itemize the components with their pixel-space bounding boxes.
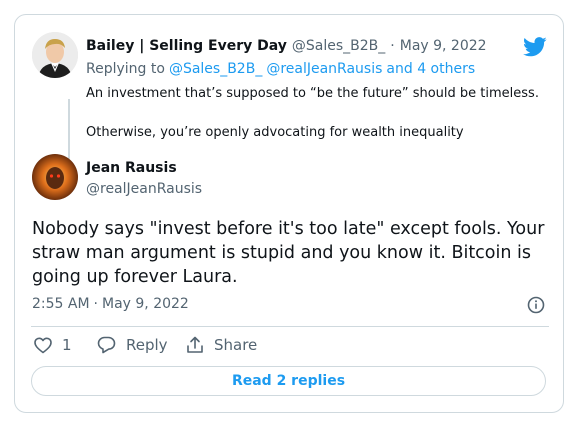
like-button[interactable]: 1 (34, 336, 72, 354)
replying-handle-jean[interactable]: @realJeanRausis (266, 61, 382, 77)
main-timestamp[interactable]: 2:55 AM · May 9, 2022 (32, 296, 189, 312)
reply-author-handle[interactable]: @Sales_B2B_ (292, 38, 385, 54)
reply-header-separator: · (390, 38, 395, 54)
main-tweet-text: Nobody says "invest before it's too late… (32, 219, 545, 287)
avatar-jean-image (32, 154, 78, 200)
reply-text-line-2: Otherwise, you’re openly advocating for … (86, 125, 464, 140)
avatar-bailey[interactable] (32, 32, 78, 78)
main-date[interactable]: May 9, 2022 (102, 296, 189, 312)
replying-others-link[interactable]: and 4 others (386, 61, 475, 77)
twitter-bird-icon[interactable] (523, 37, 547, 61)
reply-date[interactable]: May 9, 2022 (400, 38, 487, 54)
reply-tweet-header: Bailey | Selling Every Day @Sales_B2B_ ·… (86, 38, 487, 54)
share-icon (187, 336, 203, 353)
reply-text-line-1: An investment that’s supposed to “be the… (86, 86, 539, 101)
replying-handle-sales[interactable]: @Sales_B2B_ (169, 61, 262, 77)
heart-icon (34, 337, 52, 353)
divider (31, 326, 549, 327)
replying-to-line: Replying to @Sales_B2B_ @realJeanRausis … (86, 61, 475, 77)
like-count: 1 (62, 336, 72, 354)
replying-to-prefix: Replying to (86, 61, 165, 77)
main-time[interactable]: 2:55 AM (32, 296, 90, 312)
share-label: Share (214, 336, 258, 354)
share-button[interactable]: Share (186, 336, 257, 354)
embedded-tweet-card: Bailey | Selling Every Day @Sales_B2B_ ·… (14, 14, 564, 413)
main-time-separator: · (93, 296, 98, 312)
main-author-name[interactable]: Jean Rausis (86, 160, 177, 176)
reply-author-name[interactable]: Bailey | Selling Every Day (86, 38, 287, 54)
reply-label: Reply (126, 336, 168, 354)
reply-bubble-icon (97, 336, 116, 354)
read-replies-button[interactable]: Read 2 replies (31, 366, 546, 396)
avatar-jean[interactable] (32, 154, 78, 200)
info-icon[interactable] (527, 296, 545, 318)
thread-connector-line (68, 99, 70, 159)
reply-button[interactable]: Reply (97, 336, 168, 354)
main-author-handle[interactable]: @realJeanRausis (86, 181, 202, 197)
avatar-bailey-image (32, 32, 78, 78)
